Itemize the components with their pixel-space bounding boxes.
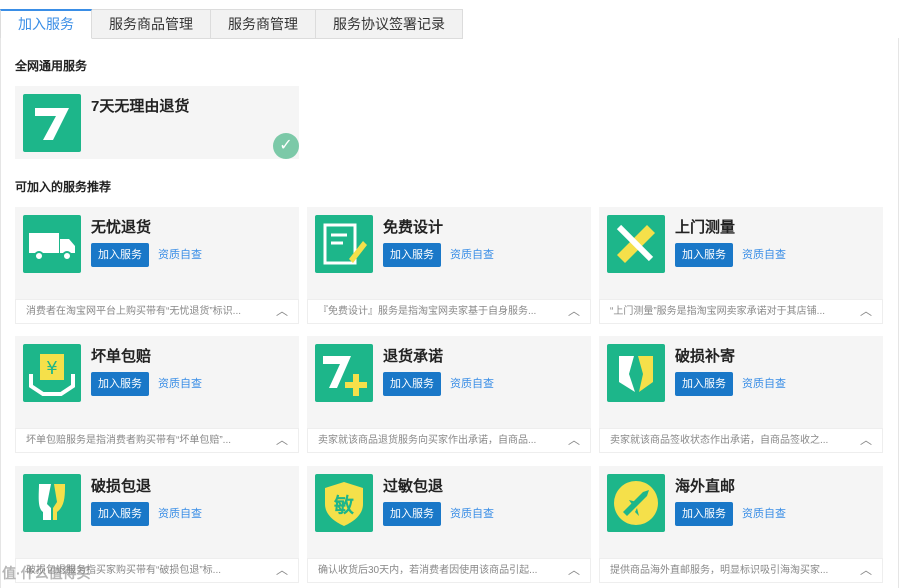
chevron-up-icon[interactable]: ︿ (276, 429, 288, 452)
chevron-up-icon[interactable]: ︿ (276, 300, 288, 323)
svg-text:敏: 敏 (333, 493, 355, 517)
service-card: 破损补寄 加入服务 资质自查 卖家就该商品签收状态作出承诺，自商品签收之... … (599, 336, 883, 453)
service-title: 过敏包退 (383, 478, 444, 495)
service-card: 免费设计 加入服务 资质自查 『免费设计』服务是指淘宝网卖家基于自身服务... … (307, 207, 591, 324)
seven-plus-icon (315, 344, 373, 402)
service-description[interactable]: 『免费设计』服务是指淘宝网卖家基于自身服务... ︿ (307, 299, 591, 324)
join-service-button[interactable]: 加入服务 (675, 372, 733, 396)
qualification-check-link[interactable]: 资质自查 (742, 502, 786, 526)
description-text: 确认收货后30天内，若消费者因使用该商品引起... (318, 565, 538, 576)
tab-service-providers[interactable]: 服务商管理 (211, 9, 316, 39)
service-card: 敏 过敏包退 加入服务 资质自查 确认收货后30天内，若消费者因使用该商品引起.… (307, 466, 591, 583)
shield-split-icon (607, 344, 665, 402)
qualification-check-link[interactable]: 资质自查 (742, 243, 786, 267)
yen-hands-icon: ¥ (23, 344, 81, 402)
seven-icon (23, 94, 81, 152)
description-text: 消费者在淘宝网平台上购买带有“无忧退货”标识... (26, 306, 241, 317)
qualification-check-link[interactable]: 资质自查 (158, 372, 202, 396)
chevron-up-icon[interactable]: ︿ (860, 429, 872, 452)
service-description[interactable]: 确认收货后30天内，若消费者因使用该商品引起... ︿ (307, 558, 591, 583)
service-title: 破损补寄 (675, 348, 736, 365)
service-card: 退货承诺 加入服务 资质自查 卖家就该商品退货服务向买家作出承诺，自商品... … (307, 336, 591, 453)
measure-icon (607, 215, 665, 273)
service-title: 免费设计 (383, 219, 444, 236)
svg-text:¥: ¥ (46, 358, 57, 379)
service-description[interactable]: “上门测量”服务是指淘宝网卖家承诺对于其店铺... ︿ (599, 299, 883, 324)
service-card: 海外直邮 加入服务 资质自查 提供商品海外直邮服务，明显标识吸引海淘买家... … (599, 466, 883, 583)
description-text: 坏单包赔服务是指消费者购买带有“坏单包赔”... (26, 435, 231, 446)
watermark: 值·什么值得买 (2, 565, 91, 581)
truck-icon (23, 215, 81, 273)
general-service-title: 7天无理由退货 (91, 98, 190, 115)
service-description[interactable]: 提供商品海外直邮服务，明显标识吸引海淘买家... ︿ (599, 558, 883, 583)
description-text: 卖家就该商品退货服务向买家作出承诺，自商品... (318, 435, 537, 446)
join-service-button[interactable]: 加入服务 (675, 243, 733, 267)
chevron-up-icon[interactable]: ︿ (276, 559, 288, 582)
service-title: 无忧退货 (91, 219, 152, 236)
tab-bar: 加入服务 服务商品管理 服务商管理 服务协议签署记录 (0, 9, 463, 39)
allergy-shield-icon: 敏 (315, 474, 373, 532)
service-title: 坏单包赔 (91, 348, 152, 365)
join-service-button[interactable]: 加入服务 (91, 372, 149, 396)
recommended-section-title: 可加入的服务推荐 (15, 180, 112, 194)
plane-icon (607, 474, 665, 532)
qualification-check-link[interactable]: 资质自查 (158, 243, 202, 267)
service-card: ¥ 坏单包赔 加入服务 资质自查 坏单包赔服务是指消费者购买带有“坏单包赔”..… (15, 336, 299, 453)
chevron-up-icon[interactable]: ︿ (860, 559, 872, 582)
service-description[interactable]: 消费者在淘宝网平台上购买带有“无忧退货”标识... ︿ (15, 299, 299, 324)
design-icon (315, 215, 373, 273)
description-text: 『免费设计』服务是指淘宝网卖家基于自身服务... (318, 306, 537, 317)
service-title: 破损包退 (91, 478, 152, 495)
broken-glass-icon (23, 474, 81, 532)
description-text: 卖家就该商品签收状态作出承诺，自商品签收之... (610, 435, 829, 446)
qualification-check-link[interactable]: 资质自查 (450, 243, 494, 267)
join-service-button[interactable]: 加入服务 (675, 502, 733, 526)
service-title: 上门测量 (675, 219, 736, 236)
chevron-up-icon[interactable]: ︿ (860, 300, 872, 323)
general-section-title: 全网通用服务 (15, 59, 88, 73)
description-text: “上门测量”服务是指淘宝网卖家承诺对于其店铺... (610, 306, 825, 317)
join-service-button[interactable]: 加入服务 (91, 502, 149, 526)
chevron-up-icon[interactable]: ︿ (568, 429, 580, 452)
service-description[interactable]: 卖家就该商品签收状态作出承诺，自商品签收之... ︿ (599, 428, 883, 453)
service-description[interactable]: 坏单包赔服务是指消费者购买带有“坏单包赔”... ︿ (15, 428, 299, 453)
qualification-check-link[interactable]: 资质自查 (450, 372, 494, 396)
description-text: 提供商品海外直邮服务，明显标识吸引海淘买家... (610, 565, 829, 576)
qualification-check-link[interactable]: 资质自查 (158, 502, 202, 526)
chevron-up-icon[interactable]: ︿ (568, 300, 580, 323)
service-card: 上门测量 加入服务 资质自查 “上门测量”服务是指淘宝网卖家承诺对于其店铺...… (599, 207, 883, 324)
service-title: 海外直邮 (675, 478, 736, 495)
join-service-button[interactable]: 加入服务 (383, 372, 441, 396)
tab-service-products[interactable]: 服务商品管理 (92, 9, 211, 39)
qualification-check-link[interactable]: 资质自查 (742, 372, 786, 396)
tab-join-service[interactable]: 加入服务 (0, 9, 92, 39)
tab-agreement-records[interactable]: 服务协议签署记录 (316, 9, 463, 39)
checkmark-icon: ✓ (273, 133, 299, 159)
join-service-button[interactable]: 加入服务 (91, 243, 149, 267)
join-service-button[interactable]: 加入服务 (383, 243, 441, 267)
service-description[interactable]: 卖家就该商品退货服务向买家作出承诺，自商品... ︿ (307, 428, 591, 453)
general-service-card[interactable]: 7天无理由退货 ✓ (15, 86, 299, 159)
join-service-button[interactable]: 加入服务 (383, 502, 441, 526)
service-card: 无忧退货 加入服务 资质自查 消费者在淘宝网平台上购买带有“无忧退货”标识...… (15, 207, 299, 324)
qualification-check-link[interactable]: 资质自查 (450, 502, 494, 526)
chevron-up-icon[interactable]: ︿ (568, 559, 580, 582)
service-title: 退货承诺 (383, 348, 444, 365)
